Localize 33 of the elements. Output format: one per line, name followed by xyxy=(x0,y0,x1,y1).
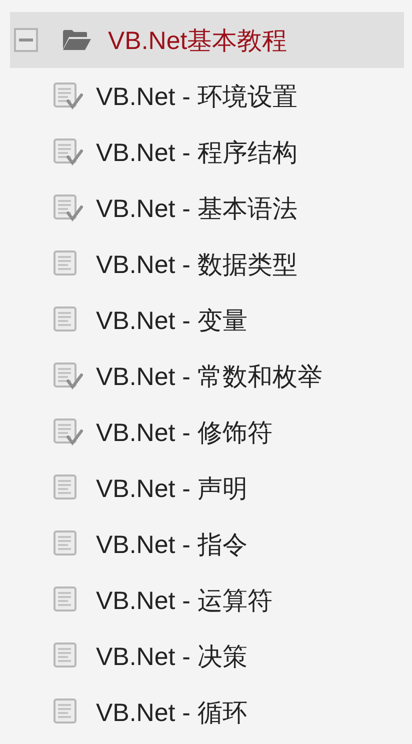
tree-item[interactable]: VB.Net - 程序结构 xyxy=(0,124,412,180)
checked-document-icon xyxy=(53,138,83,166)
tree-item[interactable]: VB.Net - 修饰符 xyxy=(0,404,412,460)
tree-item[interactable]: VB.Net - 运算符 xyxy=(0,572,412,628)
tree-item-label: VB.Net - 指令 xyxy=(96,530,248,560)
tree-item-label: VB.Net - 变量 xyxy=(96,306,248,336)
tree-item[interactable]: VB.Net - 变量 xyxy=(0,292,412,348)
checked-document-icon xyxy=(53,82,83,110)
tree-item-label: VB.Net - 环境设置 xyxy=(96,82,298,112)
tree-item[interactable]: VB.Net - 数据类型 xyxy=(0,236,412,292)
checked-document-icon xyxy=(53,362,83,390)
tree-item-label: VB.Net - 程序结构 xyxy=(96,138,298,168)
tree-item-label: VB.Net - 常数和枚举 xyxy=(96,362,322,392)
checked-document-icon xyxy=(53,194,83,222)
tree-root-item[interactable]: VB.Net基本教程 xyxy=(10,12,404,68)
tree-item-label: VB.Net - 声明 xyxy=(96,474,248,504)
tree-item[interactable]: VB.Net - 声明 xyxy=(0,460,412,516)
checked-document-icon xyxy=(53,418,83,446)
tree-item[interactable]: VB.Net - 环境设置 xyxy=(0,68,412,124)
tree-item-label: VB.Net - 基本语法 xyxy=(96,194,298,224)
tree-root-label: VB.Net基本教程 xyxy=(108,26,288,56)
tree-item-label: VB.Net - 运算符 xyxy=(96,586,272,616)
tree-item-label: VB.Net - 修饰符 xyxy=(96,418,272,448)
tree-item[interactable]: VB.Net - 决策 xyxy=(0,628,412,684)
folder-icon xyxy=(62,29,92,51)
collapse-toggle-icon[interactable] xyxy=(14,28,38,52)
tree-item-label: VB.Net - 决策 xyxy=(96,642,248,672)
tree-item-label: VB.Net - 循环 xyxy=(96,698,248,728)
tree-item[interactable]: VB.Net - 常数和枚举 xyxy=(0,348,412,404)
tree-item[interactable]: VB.Net - 指令 xyxy=(0,516,412,572)
tree-item[interactable]: VB.Net - 循环 xyxy=(0,684,412,740)
tree-item-label: VB.Net - 数据类型 xyxy=(96,250,298,280)
tree-item[interactable]: VB.Net - 基本语法 xyxy=(0,180,412,236)
